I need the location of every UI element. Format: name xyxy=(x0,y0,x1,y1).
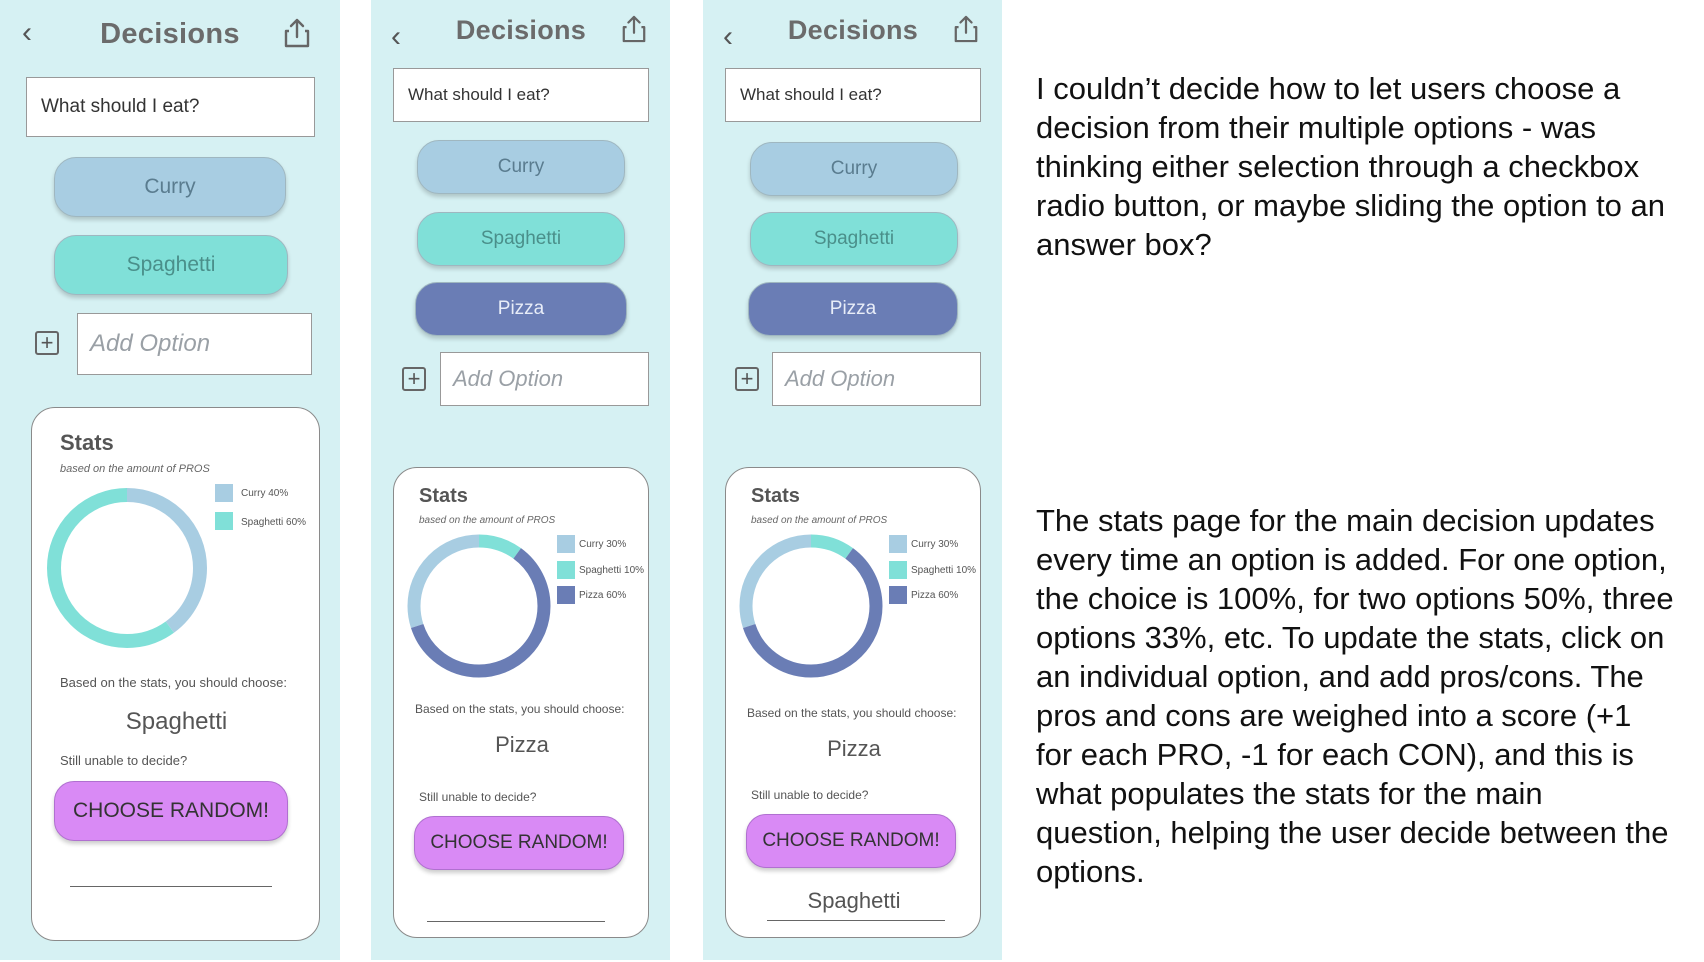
share-icon[interactable] xyxy=(953,15,979,43)
question-input[interactable]: What should I eat? xyxy=(393,68,649,122)
stats-card: Stats based on the amount of PROS Curry … xyxy=(725,467,981,938)
recommendation-label: Based on the stats, you should choose: xyxy=(415,702,625,716)
design-note-bottom: The stats page for the main decision upd… xyxy=(1036,503,1674,889)
legend-swatch-spaghetti xyxy=(557,561,575,579)
legend-label-spaghetti: Spaghetti 10% xyxy=(911,565,977,576)
page-title: Decisions xyxy=(787,15,919,45)
legend-label-spaghetti: Spaghetti 10% xyxy=(579,565,645,576)
legend-swatch-spaghetti xyxy=(215,512,233,530)
option-button-curry[interactable]: Curry xyxy=(54,157,286,217)
legend-swatch-curry xyxy=(215,484,233,502)
option-button-spaghetti[interactable]: Spaghetti xyxy=(54,235,288,295)
stats-card: Stats based on the amount of PROS Curry … xyxy=(31,407,320,941)
choose-random-button[interactable]: CHOOSE RANDOM! xyxy=(414,816,624,870)
stats-subtitle: based on the amount of PROS xyxy=(60,463,210,475)
question-input[interactable]: What should I eat? xyxy=(725,68,981,122)
undecided-label: Still unable to decide? xyxy=(751,788,869,802)
recommendation-label: Based on the stats, you should choose: xyxy=(747,706,957,720)
legend-label-curry: Curry 30% xyxy=(911,539,959,550)
option-button-curry[interactable]: Curry xyxy=(750,142,958,196)
legend-swatch-spaghetti xyxy=(889,561,907,579)
back-chevron-icon[interactable]: ‹ xyxy=(22,16,32,50)
stats-title: Stats xyxy=(60,430,114,455)
legend-label-pizza: Pizza 60% xyxy=(579,590,627,601)
random-result-underline xyxy=(70,886,272,887)
stats-title: Stats xyxy=(751,485,800,507)
add-option-plus-icon[interactable]: + xyxy=(735,367,759,391)
legend-swatch-curry xyxy=(889,535,907,553)
donut-chart xyxy=(739,534,883,678)
phone-screen-3: ‹ Decisions What should I eat? Curry Spa… xyxy=(703,0,1002,960)
recommendation-label: Based on the stats, you should choose: xyxy=(60,675,287,690)
recommended-option: Pizza xyxy=(827,736,881,761)
page-title: Decisions xyxy=(100,18,240,50)
design-note-top: I couldn’t decide how to let users choos… xyxy=(1036,71,1666,262)
undecided-label: Still unable to decide? xyxy=(60,753,188,768)
legend-swatch-curry xyxy=(557,535,575,553)
legend-label-curry: Curry 40% xyxy=(241,488,289,499)
share-icon[interactable] xyxy=(283,18,311,48)
random-result: Spaghetti xyxy=(807,888,901,913)
stats-title: Stats xyxy=(419,485,468,507)
undecided-label: Still unable to decide? xyxy=(419,790,537,804)
legend-swatch-pizza xyxy=(889,586,907,604)
option-button-spaghetti[interactable]: Spaghetti xyxy=(750,212,958,266)
choose-random-button[interactable]: CHOOSE RANDOM! xyxy=(746,814,956,868)
donut-chart xyxy=(407,534,551,678)
option-button-pizza[interactable]: Pizza xyxy=(748,282,958,336)
add-option-input[interactable]: Add Option xyxy=(77,313,312,375)
add-option-input[interactable]: Add Option xyxy=(772,352,981,406)
share-icon[interactable] xyxy=(621,15,647,43)
stats-card: Stats based on the amount of PROS Curry … xyxy=(393,467,649,938)
recommended-option: Pizza xyxy=(495,732,549,757)
stats-subtitle: based on the amount of PROS xyxy=(419,515,556,526)
legend-label-pizza: Pizza 60% xyxy=(911,590,959,601)
stats-subtitle: based on the amount of PROS xyxy=(751,515,888,526)
phone-screen-1: ‹ Decisions What should I eat? Curry Spa… xyxy=(0,0,340,960)
option-button-spaghetti[interactable]: Spaghetti xyxy=(417,212,625,266)
add-option-plus-icon[interactable]: + xyxy=(35,331,59,355)
back-chevron-icon[interactable]: ‹ xyxy=(723,20,733,54)
recommended-option: Spaghetti xyxy=(125,708,228,735)
choose-random-button[interactable]: CHOOSE RANDOM! xyxy=(54,781,288,841)
legend-label-spaghetti: Spaghetti 60% xyxy=(241,517,307,528)
legend-swatch-pizza xyxy=(557,586,575,604)
random-result-underline xyxy=(767,920,945,921)
legend-label-curry: Curry 30% xyxy=(579,539,627,550)
page-title: Decisions xyxy=(455,15,587,45)
option-button-curry[interactable]: Curry xyxy=(417,140,625,194)
add-option-plus-icon[interactable]: + xyxy=(402,367,426,391)
back-chevron-icon[interactable]: ‹ xyxy=(391,20,401,54)
random-result-underline xyxy=(427,921,605,922)
phone-screen-2: ‹ Decisions What should I eat? Curry Spa… xyxy=(371,0,670,960)
donut-chart xyxy=(47,488,207,648)
question-input[interactable]: What should I eat? xyxy=(26,77,315,137)
add-option-input[interactable]: Add Option xyxy=(440,352,649,406)
option-button-pizza[interactable]: Pizza xyxy=(415,282,627,336)
